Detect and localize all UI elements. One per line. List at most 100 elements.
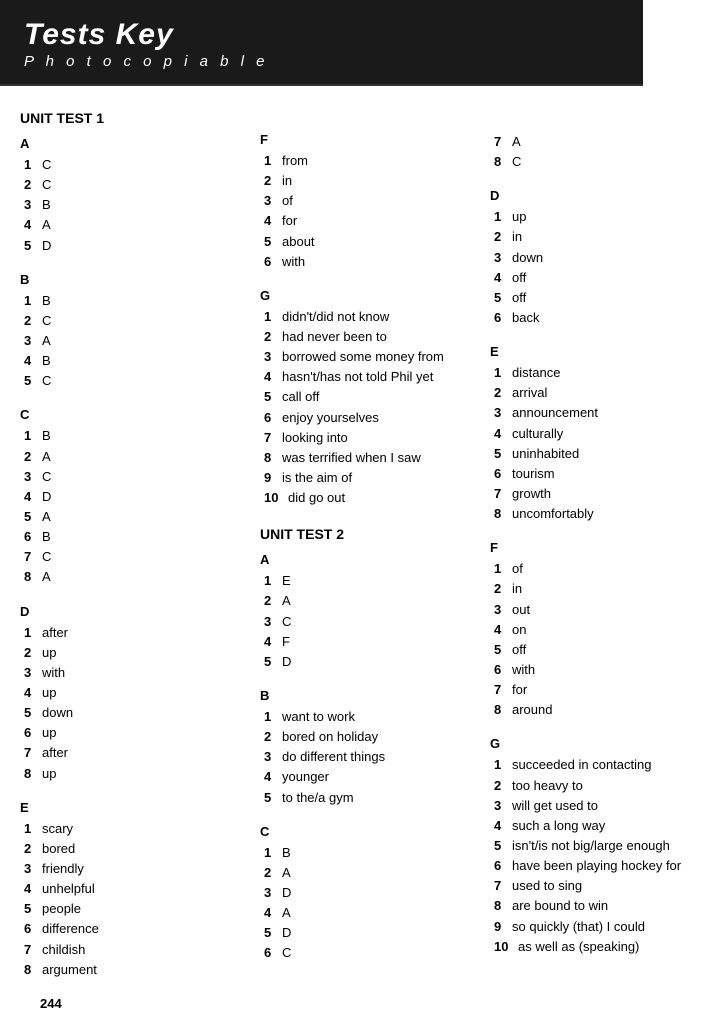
answer-row: 4F <box>260 632 490 652</box>
answer-num: 2 <box>494 776 512 796</box>
answer-val: was terrified when I saw <box>282 448 421 468</box>
answer-num: 5 <box>264 387 282 407</box>
answer-val: about <box>282 232 315 252</box>
answer-num: 3 <box>24 859 42 879</box>
answer-row: 2in <box>490 579 710 599</box>
answer-val: enjoy yourselves <box>282 408 379 428</box>
answer-row: 3A <box>20 331 260 351</box>
answer-row: 9is the aim of <box>260 468 490 488</box>
answer-val: had never been to <box>282 327 387 347</box>
section-d-header: D <box>20 604 260 619</box>
answer-val: A <box>282 863 291 883</box>
answer-val: in <box>512 227 522 247</box>
answer-val: uninhabited <box>512 444 579 464</box>
answer-row: 6up <box>20 723 260 743</box>
answer-num: 1 <box>24 426 42 446</box>
answer-val: as well as (speaking) <box>518 937 639 957</box>
answer-row: 4off <box>490 268 710 288</box>
answer-num: 10 <box>264 488 288 508</box>
answer-num: 7 <box>494 680 512 700</box>
answer-val: of <box>512 559 523 579</box>
answer-row: 7C <box>20 547 260 567</box>
answer-row: 5C <box>20 371 260 391</box>
answer-num: 8 <box>264 448 282 468</box>
answer-row: 7childish <box>20 940 260 960</box>
answer-num: 3 <box>24 195 42 215</box>
answer-val: C <box>512 152 521 172</box>
answer-num: 5 <box>494 444 512 464</box>
answer-val: B <box>42 527 51 547</box>
unit1-c-continuation: 7A 8C <box>490 132 710 172</box>
answer-val: after <box>42 623 68 643</box>
answer-val: want to work <box>282 707 355 727</box>
answer-num: 6 <box>24 919 42 939</box>
unit2-g-right: G 1succeeded in contacting 2too heavy to… <box>490 736 710 956</box>
answer-val: up <box>42 723 56 743</box>
answer-num: 2 <box>24 447 42 467</box>
answer-row: 1distance <box>490 363 710 383</box>
answer-row: 5people <box>20 899 260 919</box>
answer-num: 1 <box>494 755 512 775</box>
answer-val: off <box>512 268 526 288</box>
answer-row: 4for <box>260 211 490 231</box>
answer-val: distance <box>512 363 560 383</box>
answer-row: 2A <box>20 447 260 467</box>
answer-row: 1up <box>490 207 710 227</box>
answer-num: 3 <box>264 883 282 903</box>
answer-num: 8 <box>24 960 42 980</box>
answer-val: A <box>282 591 291 611</box>
section-d-right-header: D <box>490 188 710 203</box>
answer-val: with <box>42 663 65 683</box>
answer-row: 5D <box>260 652 490 672</box>
answer-num: 4 <box>24 879 42 899</box>
answer-val: up <box>42 764 56 784</box>
answer-val: call off <box>282 387 319 407</box>
answer-row: 5to the/a gym <box>260 788 490 808</box>
answer-val: do different things <box>282 747 385 767</box>
answer-row: 2bored <box>20 839 260 859</box>
answer-val: out <box>512 600 530 620</box>
answer-row: 2too heavy to <box>490 776 710 796</box>
column-left: UNIT TEST 1 A 1C 2C 3B 4A 5D B 1B 2C 3A … <box>20 104 260 1011</box>
answer-num: 4 <box>264 367 282 387</box>
header-white-box <box>643 0 723 110</box>
answer-val: with <box>512 660 535 680</box>
answer-row: 1C <box>20 155 260 175</box>
answer-num: 2 <box>264 727 282 747</box>
unit1-section-a: A 1C 2C 3B 4A 5D <box>20 136 260 256</box>
answer-val: off <box>512 288 526 308</box>
answer-val: arrival <box>512 383 547 403</box>
answer-val: D <box>282 883 291 903</box>
unit1-e-right: E 1distance 2arrival 3announcement 4cult… <box>490 344 710 524</box>
answer-num: 5 <box>264 923 282 943</box>
answer-row: 10as well as (speaking) <box>490 937 710 957</box>
answer-row: 3C <box>20 467 260 487</box>
answer-num: 4 <box>264 767 282 787</box>
unit1-d-right: D 1up 2in 3down 4off 5off 6back <box>490 188 710 328</box>
answer-val: A <box>42 567 51 587</box>
answer-row: 5uninhabited <box>490 444 710 464</box>
answer-row: 6with <box>490 660 710 680</box>
answer-val: in <box>282 171 292 191</box>
answer-num: 10 <box>494 937 518 957</box>
answer-num: 6 <box>24 723 42 743</box>
answer-row: 1succeeded in contacting <box>490 755 710 775</box>
answer-num: 7 <box>24 743 42 763</box>
answer-val: D <box>42 487 51 507</box>
answer-val: of <box>282 191 293 211</box>
answer-row: 2A <box>260 863 490 883</box>
answer-num: 5 <box>24 899 42 919</box>
answer-num: 2 <box>24 175 42 195</box>
answer-num: 2 <box>264 591 282 611</box>
answer-row: 5about <box>260 232 490 252</box>
answer-val: down <box>42 703 73 723</box>
answer-num: 3 <box>494 403 512 423</box>
answer-num: 6 <box>24 527 42 547</box>
answer-row: 3out <box>490 600 710 620</box>
answer-row: 7for <box>490 680 710 700</box>
answer-num: 2 <box>24 311 42 331</box>
answer-row: 2in <box>260 171 490 191</box>
answer-row: 1scary <box>20 819 260 839</box>
answer-num: 4 <box>494 424 512 444</box>
answer-num: 4 <box>264 211 282 231</box>
